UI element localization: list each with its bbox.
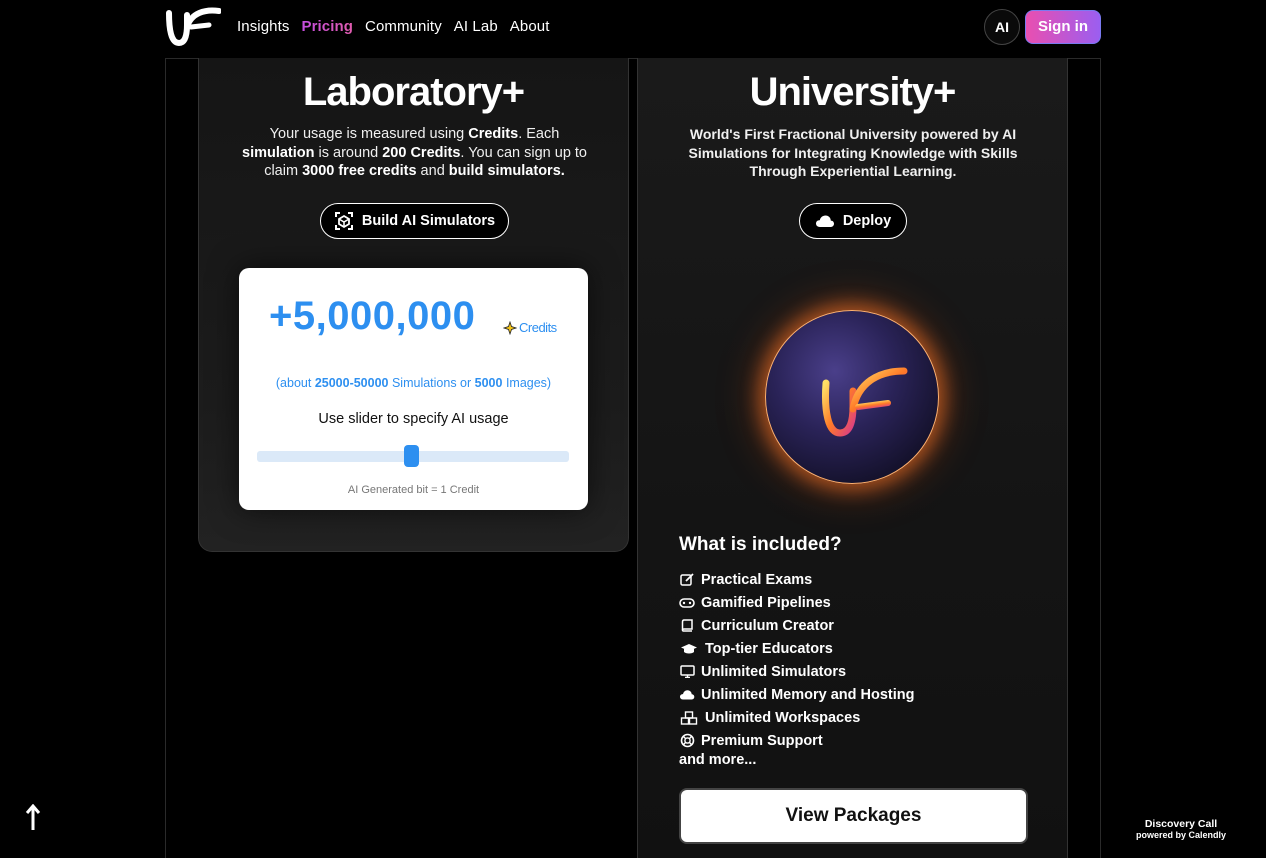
nav-link-ai-lab[interactable]: AI Lab — [454, 18, 498, 35]
nav-link-insights[interactable]: Insights — [237, 18, 290, 35]
list-item: Practical Exams — [679, 568, 915, 591]
list-item-label: Unlimited Simulators — [701, 663, 847, 680]
build-ai-simulators-label: Build AI Simulators — [361, 213, 496, 229]
university-description: World's First Fractional University powe… — [688, 126, 1018, 179]
list-item-label: Unlimited Workspaces — [705, 709, 861, 726]
list-item: Gamified Pipelines — [679, 591, 915, 614]
university-title: University+ — [749, 70, 957, 114]
nav-actions: AI Sign in — [984, 8, 1101, 45]
monitor-icon — [679, 665, 695, 679]
included-list: Practical Exams Gamified Pipelines Curri… — [679, 568, 915, 752]
credit-unit: Credits — [503, 320, 557, 335]
calendly-powered-by: powered by Calendly — [1135, 830, 1227, 840]
laboratory-title: Laboratory+ — [302, 70, 525, 114]
view-packages-button[interactable]: View Packages — [679, 788, 1028, 844]
scroll-top-arrow-icon[interactable] — [24, 804, 42, 832]
list-item-label: Practical Exams — [701, 571, 813, 588]
gamepad-icon — [679, 596, 695, 610]
cloud-icon — [679, 688, 695, 702]
credit-unit-label: Credits — [519, 320, 557, 335]
list-item-label: Premium Support — [701, 732, 823, 749]
credit-amount: +5,000,000 — [269, 294, 476, 338]
deploy-button[interactable]: Deploy — [799, 203, 907, 239]
ar-cube-icon — [334, 212, 353, 230]
list-item: Unlimited Workspaces — [679, 706, 915, 729]
deploy-label: Deploy — [842, 213, 892, 229]
calendly-badge[interactable]: Discovery Call powered by Calendly — [1126, 818, 1236, 840]
credit-calculator: +5,000,000 Credits (about 25000-50000 Si… — [239, 268, 588, 510]
logo-icon[interactable] — [165, 7, 221, 47]
list-item: Unlimited Memory and Hosting — [679, 683, 915, 706]
sign-in-button[interactable]: Sign in — [1025, 9, 1101, 44]
book-icon — [679, 619, 695, 633]
list-item: Unlimited Simulators — [679, 660, 915, 683]
lifebuoy-icon — [679, 733, 695, 748]
nav-link-community[interactable]: Community — [365, 18, 442, 35]
logo-orb-image — [765, 310, 939, 484]
glowing-logo-icon — [822, 367, 908, 437]
list-item: Premium Support — [679, 729, 915, 752]
slider-note: AI Generated bit = 1 Credit — [347, 484, 480, 496]
ai-button[interactable]: AI — [984, 8, 1020, 45]
list-item: Top-tier Educators — [679, 637, 915, 660]
list-item-label: Unlimited Memory and Hosting — [701, 686, 915, 703]
laboratory-description: Your usage is measured using Credits. Ea… — [242, 126, 587, 179]
edit-icon — [679, 573, 695, 587]
credit-equivalent: (about 25000-50000 Simulations or 5000 I… — [275, 376, 552, 390]
list-item-label: Curriculum Creator — [701, 617, 834, 634]
laboratory-card: Laboratory+ Your usage is measured using… — [198, 58, 629, 552]
graduation-cap-icon — [679, 642, 699, 656]
sparkle-icon — [503, 320, 517, 335]
list-item: Curriculum Creator — [679, 614, 915, 637]
usage-slider-thumb[interactable] — [404, 445, 419, 467]
and-more-text: and more... — [679, 752, 757, 768]
included-title: What is included? — [679, 534, 842, 555]
cloud-icon — [815, 215, 834, 227]
calendly-title: Discovery Call — [1144, 818, 1218, 830]
nav-links: Insights Pricing Community AI Lab About — [237, 18, 561, 35]
cubes-icon — [679, 710, 699, 725]
list-item-label: Top-tier Educators — [705, 640, 833, 657]
university-card: University+ World's First Fractional Uni… — [637, 58, 1068, 858]
build-ai-simulators-button[interactable]: Build AI Simulators — [320, 203, 509, 239]
list-item-label: Gamified Pipelines — [701, 594, 831, 611]
top-navbar: Insights Pricing Community AI Lab About … — [165, 0, 1101, 53]
slider-label: Use slider to specify AI usage — [318, 411, 509, 427]
nav-link-about[interactable]: About — [510, 18, 550, 35]
nav-link-pricing[interactable]: Pricing — [302, 18, 354, 35]
